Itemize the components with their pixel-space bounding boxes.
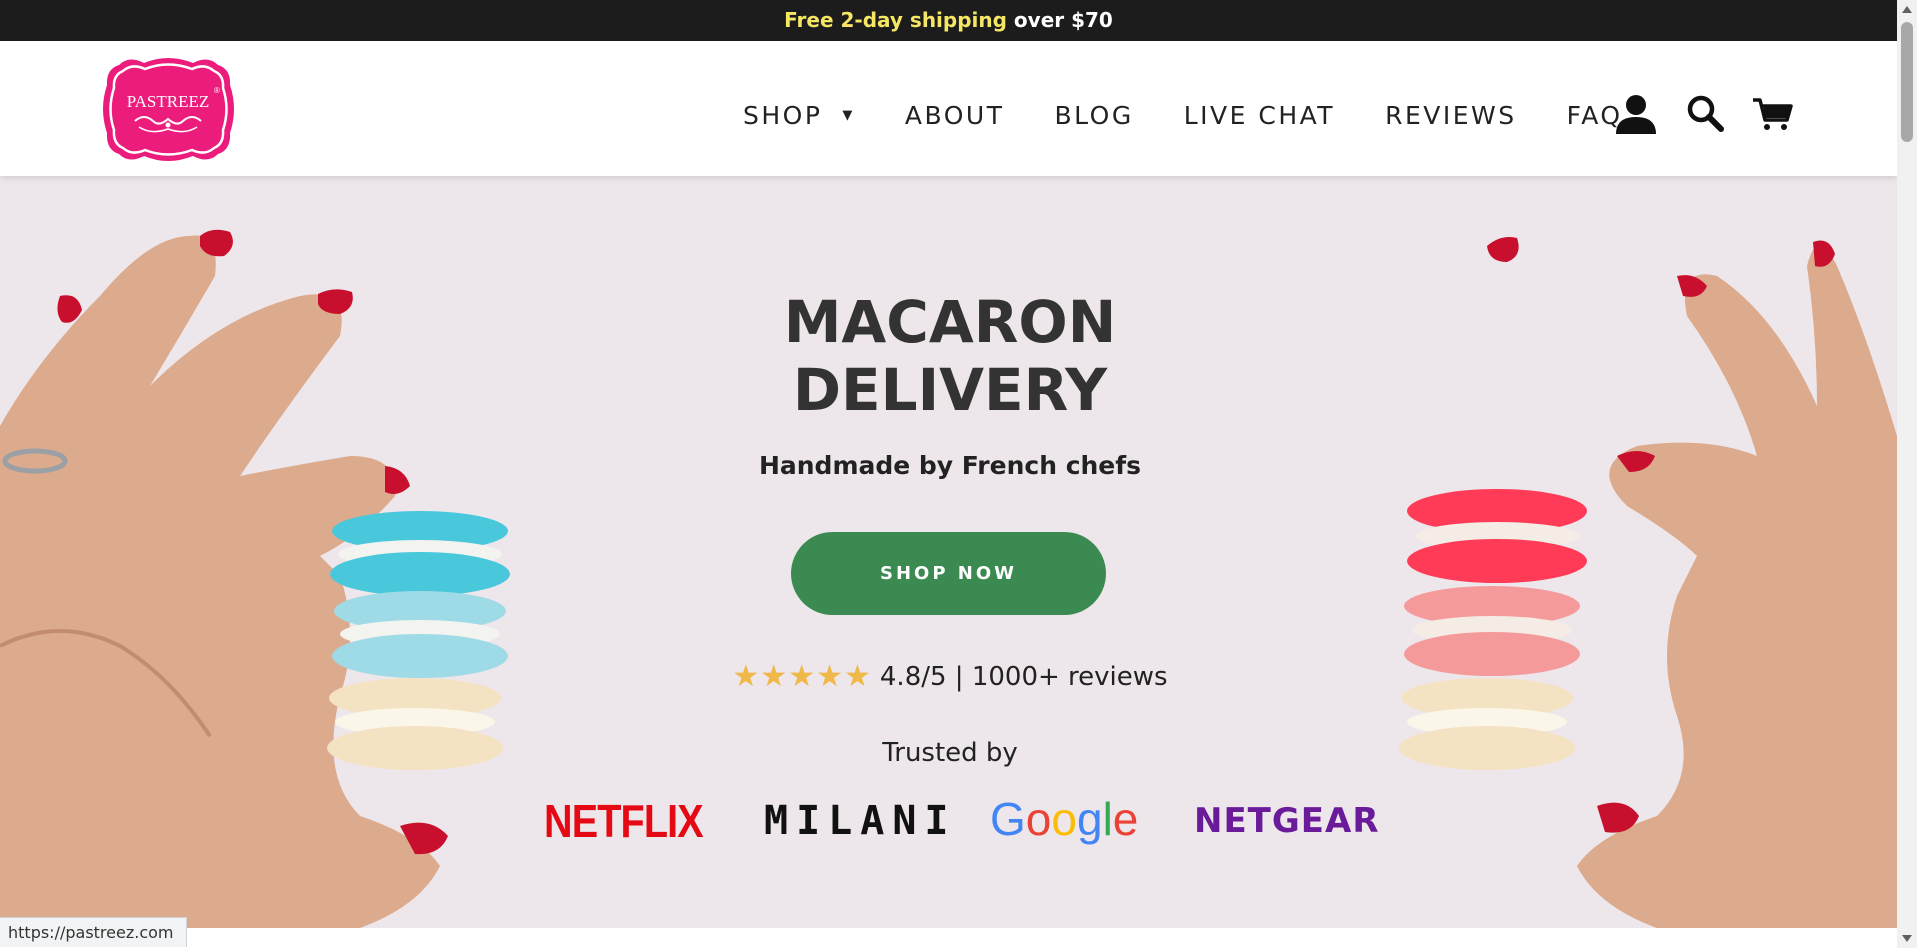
scroll-down-icon[interactable]	[1902, 935, 1912, 942]
pastreez-logo[interactable]: PASTREEZ ®	[99, 55, 238, 164]
caret-down-icon: ▼	[842, 108, 855, 123]
link-status-tooltip: https://pastreez.com	[0, 917, 187, 947]
account-icon[interactable]	[1614, 92, 1658, 136]
scrollbar-thumb[interactable]	[1901, 22, 1913, 142]
main-nav: SHOP ▼ ABOUT BLOG LIVE CHAT REVIEWS FAQ	[743, 101, 1623, 130]
trusted-by-label: Trusted by	[882, 738, 1018, 768]
hand-with-pink-macarons-image	[1399, 237, 1897, 928]
hero-title: MACARON DELIVERY	[783, 288, 1117, 424]
nav-shop[interactable]: SHOP ▼	[743, 101, 855, 130]
netgear-logo: NETGEAR	[1194, 801, 1380, 841]
nav-about[interactable]: ABOUT	[905, 101, 1005, 130]
hero-section: MACARON DELIVERY Handmade by French chef…	[0, 176, 1897, 928]
rating-text: 4.8/5 | 1000+ reviews	[879, 661, 1168, 692]
site-header: PASTREEZ ® SHOP ▼ ABOUT BLOG LIVE CHAT R…	[0, 41, 1897, 176]
star-rating-icon: ★★★★★	[732, 659, 872, 694]
shop-now-button[interactable]: SHOP NOW	[791, 532, 1106, 615]
svg-text:®: ®	[214, 86, 220, 95]
nav-reviews[interactable]: REVIEWS	[1385, 101, 1517, 130]
scroll-up-icon[interactable]	[1902, 6, 1912, 13]
rating-summary: ★★★★★ 4.8/5 | 1000+ reviews	[640, 659, 1260, 694]
announcement-bar: Free 2-day shipping over $70	[0, 0, 1897, 41]
hand-with-blue-macarons-image	[0, 229, 510, 928]
google-logo: Google	[990, 793, 1139, 845]
nav-live-chat[interactable]: LIVE CHAT	[1184, 101, 1335, 130]
netflix-logo: NETFLIX	[544, 795, 704, 847]
milani-logo: MILANI	[764, 798, 957, 844]
nav-blog[interactable]: BLOG	[1054, 101, 1133, 130]
cart-icon[interactable]	[1751, 92, 1795, 136]
page-scrollbar[interactable]	[1897, 0, 1917, 948]
shipping-text: over $70	[1006, 8, 1113, 32]
shipping-highlight: Free 2-day shipping	[784, 8, 1007, 32]
search-icon[interactable]	[1684, 92, 1728, 136]
hero-subtitle: Handmade by French chefs	[758, 451, 1142, 480]
logo-text: PASTREEZ	[127, 92, 210, 111]
